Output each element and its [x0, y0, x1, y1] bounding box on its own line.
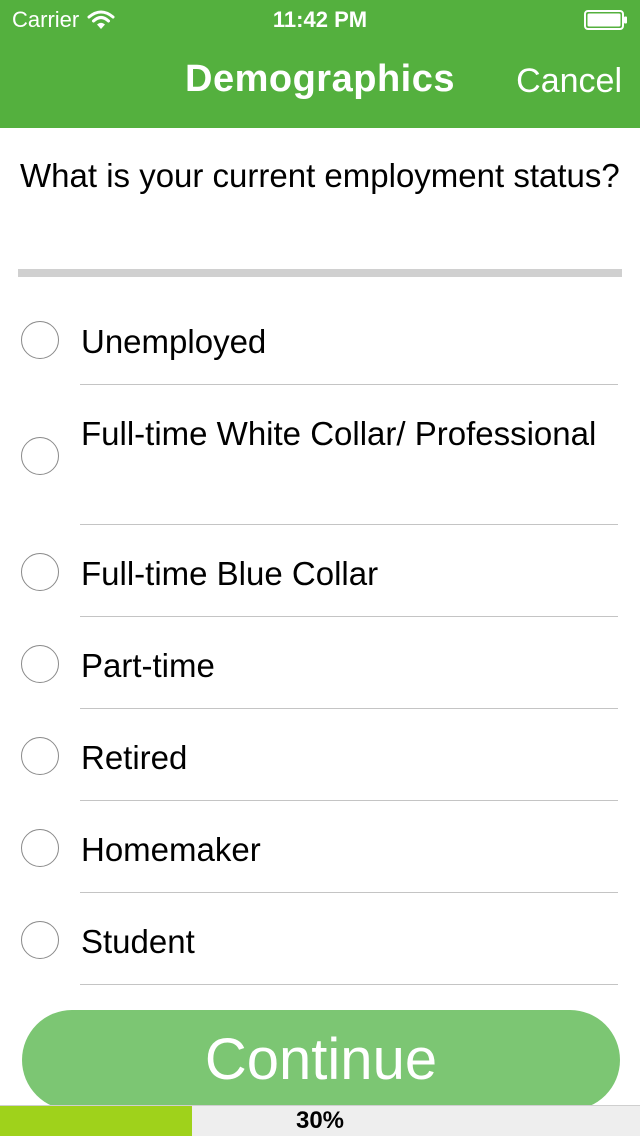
option-label: Retired	[81, 739, 188, 776]
option-full-time-white-collar[interactable]: Full-time White Collar/ Professional	[0, 385, 640, 525]
header-bar: Carrier 11:42 PM Demographics Cancel	[0, 0, 640, 128]
option-label: Student	[81, 923, 195, 960]
radio-button[interactable]	[21, 553, 59, 591]
option-full-time-blue-collar[interactable]: Full-time Blue Collar	[0, 525, 640, 617]
option-label: Full-time White Collar/ Professional	[81, 415, 597, 452]
progress-label: 30%	[295, 1107, 345, 1134]
radio-button[interactable]	[21, 921, 59, 959]
answer-options-list: Unemployed Full-time White Collar/ Profe…	[0, 277, 640, 985]
radio-button[interactable]	[21, 321, 59, 359]
option-label: Unemployed	[81, 323, 267, 360]
option-label: Full-time Blue Collar	[81, 555, 379, 592]
navigation-bar: Demographics Cancel	[0, 40, 640, 128]
option-divider	[80, 983, 618, 985]
cancel-button[interactable]: Cancel	[516, 62, 622, 101]
radio-button[interactable]	[21, 437, 59, 475]
option-homemaker[interactable]: Homemaker	[0, 801, 640, 893]
option-unemployed[interactable]: Unemployed	[0, 277, 640, 385]
question-text: What is your current employment status?	[20, 157, 620, 194]
continue-button[interactable]: Continue	[22, 1010, 620, 1110]
option-part-time[interactable]: Part-time	[0, 617, 640, 709]
radio-button[interactable]	[21, 645, 59, 683]
option-student[interactable]: Student	[0, 893, 640, 985]
option-label: Homemaker	[81, 831, 261, 868]
question-divider	[18, 269, 622, 277]
status-time: 11:42 PM	[272, 7, 368, 32]
battery-icon	[584, 10, 627, 30]
radio-button[interactable]	[21, 737, 59, 775]
progress-bar: 30%	[0, 1105, 640, 1136]
option-label: Part-time	[81, 647, 215, 684]
option-retired[interactable]: Retired	[0, 709, 640, 801]
status-bar: Carrier 11:42 PM	[0, 0, 640, 40]
radio-button[interactable]	[21, 829, 59, 867]
